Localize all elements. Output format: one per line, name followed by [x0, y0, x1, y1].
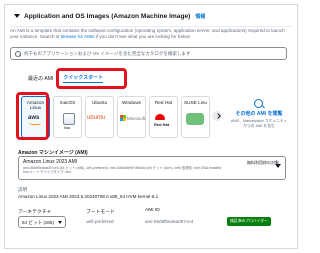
ubuntu-logo-icon: ubuntu: [87, 115, 106, 121]
microsoft-logo-icon: Microsoft: [120, 115, 145, 121]
ami-id-value: ami-05d6f5ea5a057ce4: [145, 219, 194, 224]
boot-mode-value: uefi-preferred: [86, 219, 114, 224]
browse-amis-link[interactable]: Browse for AMIs: [61, 34, 94, 39]
mac-logo-icon: [63, 113, 75, 125]
os-card-label: SUSE Linu: [184, 100, 207, 105]
verified-provider-badge: 検証済みプロバイダー: [227, 217, 271, 226]
ami-id-label: AMI ID: [145, 208, 160, 213]
highlight-box-tab: [56, 68, 127, 89]
description-value: Amazon Linux 2023 AMI 2023.5.20240708.0 …: [18, 194, 159, 199]
ami-name: Amazon Linux 2023 AMI: [23, 159, 78, 165]
search-icon: [15, 50, 21, 57]
os-card-ubuntu[interactable]: Ubuntu ubuntu: [85, 96, 114, 138]
os-card-windows[interactable]: Windows Microsoft: [117, 96, 146, 138]
tab-recent-ami[interactable]: 最近の AMI: [28, 75, 53, 82]
architecture-select[interactable]: 64 ビット (x86): [18, 216, 66, 228]
ami-search-input[interactable]: 何千ものアプリケーションおよび OS イメージを含む完全なカタログを検索します: [10, 47, 287, 60]
chevron-down-icon: [275, 164, 281, 168]
search-icon: [253, 98, 265, 110]
chevron-down-icon: [58, 221, 62, 224]
browse-more-label: その他の AMI を閲覧: [235, 111, 283, 117]
os-card-label: macOS: [59, 100, 76, 105]
section-header[interactable]: Application and OS Images (Amazon Machin…: [13, 12, 205, 20]
ami-select-label: Amazon マシンイメージ (AMI): [18, 150, 88, 156]
os-card-label: Ubuntu: [91, 100, 108, 105]
boot-mode-label: ブートモード: [86, 210, 115, 215]
microsoft-logo-text: Microsoft: [127, 115, 146, 121]
description-label: 説明: [18, 187, 28, 192]
divider: [9, 26, 293, 27]
redhat-logo-text: Red Hat: [154, 122, 170, 127]
ami-select[interactable]: Amazon Linux 2023 AMI ami-05d6f5ea5a057c…: [18, 156, 286, 180]
search-placeholder: 何千ものアプリケーションおよび OS イメージを含む完全なカタログを検索します: [24, 50, 191, 56]
chevron-right-icon[interactable]: [212, 111, 222, 121]
suse-logo-icon: [186, 113, 204, 125]
caret-down-icon[interactable]: [13, 12, 21, 20]
section-title: Application and OS Images (Amazon Machin…: [24, 12, 191, 20]
ami-description: An AMI is a template that contains the s…: [10, 28, 286, 40]
browse-more-sub: AWS、Marketplace コミュニティからの AMI を含む: [230, 119, 288, 128]
architecture-label: アーキテクチャ: [18, 210, 52, 215]
browse-more-amis-link[interactable]: その他の AMI を閲覧 AWS、Marketplace コミュニティからの A…: [230, 98, 288, 129]
os-card-list: Amazon Linux aws macOS Mac Ubuntu ubuntu…: [21, 96, 210, 138]
architecture-value: 64 ビット (x86): [22, 219, 54, 225]
ami-detail: ami-05d6f5ea5a057ce4 (64 ビット (x86), uefi…: [23, 166, 223, 175]
windows-icon: [120, 115, 126, 121]
redhat-logo-icon: [155, 114, 165, 120]
os-card-redhat[interactable]: Red Hat Red Hat: [149, 96, 178, 138]
os-card-suse[interactable]: SUSE Linu: [181, 96, 210, 138]
os-card-label: Windows: [121, 100, 141, 105]
os-card-label: Red Hat: [154, 100, 173, 105]
info-link[interactable]: 情報: [195, 13, 205, 20]
description-text: An AMI is a template that contains the s…: [10, 28, 285, 39]
highlight-box-card: [16, 92, 49, 140]
os-card-macos[interactable]: macOS Mac: [53, 96, 82, 138]
mac-logo-text: Mac: [64, 126, 71, 130]
